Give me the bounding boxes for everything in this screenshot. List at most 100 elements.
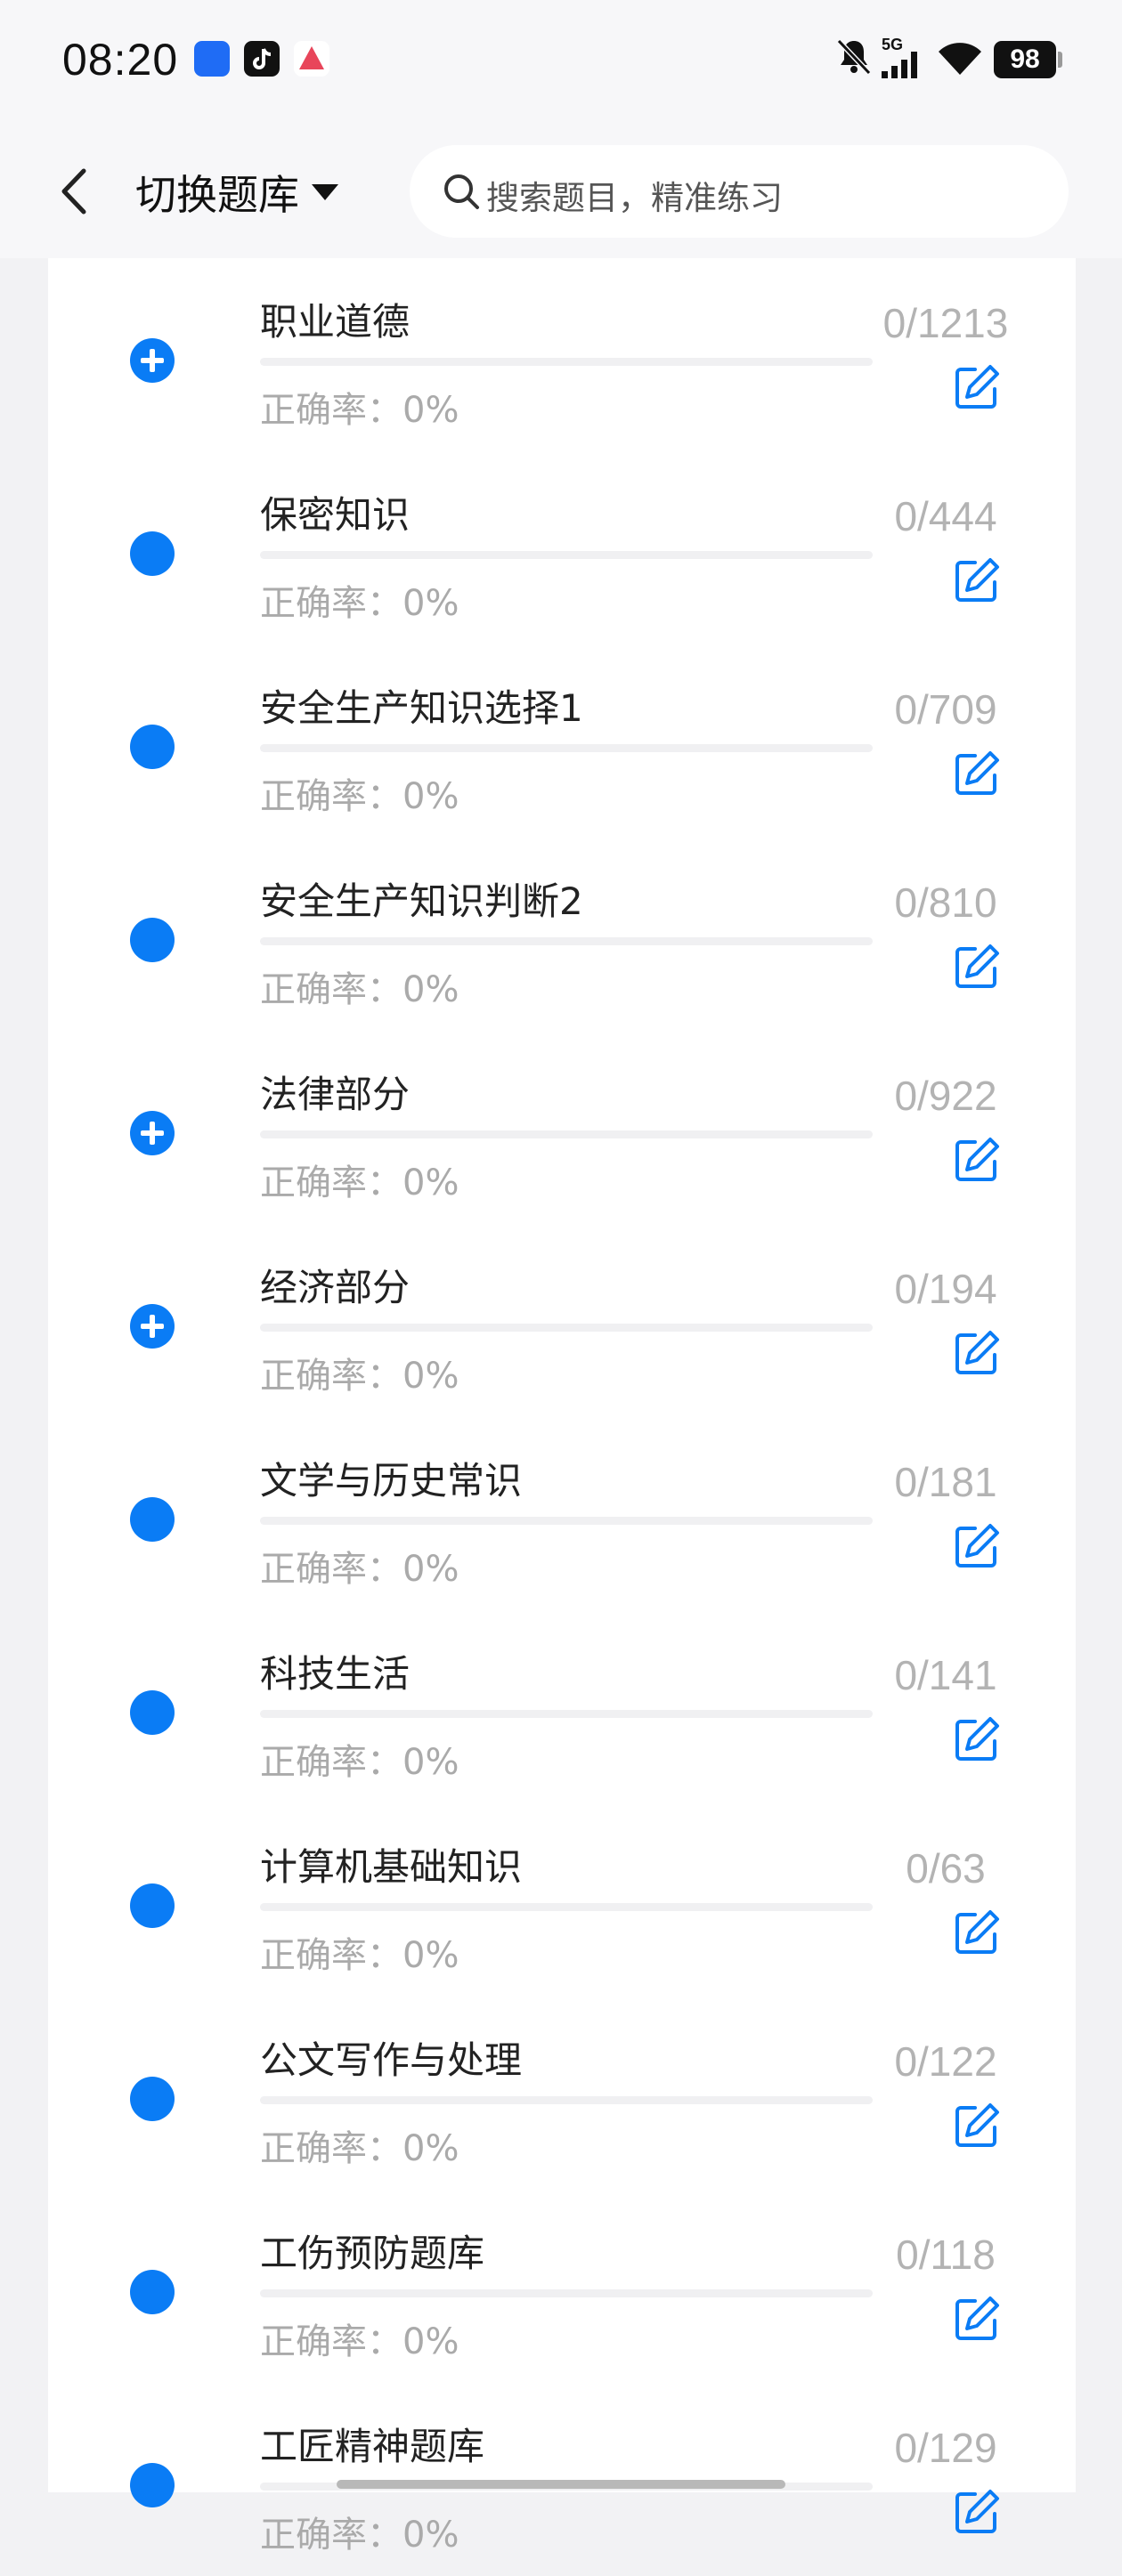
accuracy-label: 正确率：0% — [260, 2321, 459, 2362]
plus-circle-icon[interactable] — [130, 1111, 175, 1155]
category-title: 经济部分 — [260, 1266, 411, 1309]
category-row[interactable]: 科技生活正确率：0% 0/141 — [48, 1610, 1076, 1803]
cellular-signal-icon — [882, 52, 917, 78]
accuracy-label: 正确率：0% — [260, 1549, 459, 1590]
dot-icon[interactable] — [130, 1497, 175, 1542]
question-count: 0/63 — [906, 1845, 986, 1891]
home-indicator[interactable] — [337, 2480, 785, 2489]
accuracy-label: 正确率：0% — [260, 1742, 459, 1783]
dot-icon[interactable] — [130, 918, 175, 962]
edit-practice-icon[interactable] — [952, 2487, 1002, 2537]
category-title: 安全生产知识判断2 — [260, 879, 583, 923]
accuracy-label: 正确率：0% — [260, 1356, 459, 1397]
top-bar: 切换题库 搜索题目，精准练习 — [0, 125, 1122, 258]
shield-app-icon — [194, 41, 230, 77]
category-title: 计算机基础知识 — [260, 1845, 523, 1889]
progress-bar — [260, 2289, 873, 2297]
question-count: 0/922 — [894, 1073, 997, 1119]
question-count: 0/122 — [894, 2038, 997, 2085]
category-row[interactable]: 法律部分正确率：0% 0/922 — [48, 1031, 1076, 1224]
dot-icon[interactable] — [130, 2463, 175, 2507]
edit-practice-icon[interactable] — [952, 749, 1002, 798]
progress-bar — [260, 1517, 873, 1525]
category-title: 法律部分 — [260, 1073, 411, 1116]
edit-practice-icon[interactable] — [952, 555, 1002, 605]
tiktok-icon — [244, 41, 280, 77]
dot-icon[interactable] — [130, 2077, 175, 2121]
progress-bar — [260, 937, 873, 945]
accuracy-label: 正确率：0% — [260, 969, 459, 1010]
category-title: 安全生产知识选择1 — [260, 686, 583, 730]
accuracy-label: 正确率：0% — [260, 1935, 459, 1976]
progress-bar — [260, 1710, 873, 1718]
edit-practice-icon[interactable] — [952, 1328, 1002, 1378]
progress-bar — [260, 1130, 873, 1138]
accuracy-label: 正确率：0% — [260, 2515, 459, 2556]
edit-practice-icon[interactable] — [952, 1521, 1002, 1571]
category-row[interactable]: 安全生产知识判断2 正确率：0% 0/810 — [48, 838, 1076, 1031]
category-title: 文学与历史常识 — [260, 1459, 523, 1503]
accuracy-label: 正确率：0% — [260, 2128, 459, 2169]
edit-practice-icon[interactable] — [952, 942, 1002, 992]
wifi-icon — [939, 43, 981, 75]
switch-question-bank-button[interactable]: 切换题库 — [135, 164, 338, 221]
category-title: 职业道德 — [260, 300, 411, 344]
question-count: 0/118 — [896, 2232, 996, 2278]
accuracy-label: 正确率：0% — [260, 1162, 459, 1203]
category-title: 科技生活 — [260, 1652, 411, 1696]
dot-icon[interactable] — [130, 2270, 175, 2314]
dot-icon[interactable] — [130, 531, 175, 576]
dot-icon[interactable] — [130, 1883, 175, 1928]
category-row[interactable]: 工伤预防题库 正确率：0% 0/118 — [48, 2190, 1076, 2383]
question-count: 0/129 — [894, 2425, 997, 2471]
question-bank-list: 职业道德 正确率：0% 0/1213 保密知识 正确率：0% 0/444 安全生产知识选择1… — [48, 258, 1076, 2556]
edit-practice-icon[interactable] — [952, 1135, 1002, 1185]
category-title: 保密知识 — [260, 493, 411, 537]
caret-down-icon — [312, 184, 338, 200]
edit-practice-icon[interactable] — [952, 2101, 1002, 2151]
category-title: 工匠精神题库 — [260, 2425, 485, 2468]
progress-bar — [260, 551, 873, 559]
category-row[interactable]: 安全生产知识选择1 正确率：0% 0/709 — [48, 644, 1076, 838]
accuracy-label: 正确率：0% — [260, 390, 459, 431]
category-row[interactable]: 保密知识正确率：0% 0/444 — [48, 451, 1076, 644]
progress-bar — [260, 1324, 873, 1332]
accuracy-label: 正确率：0% — [260, 583, 459, 624]
question-count: 0/709 — [894, 686, 997, 733]
search-input[interactable]: 搜索题目，精准练习 — [410, 145, 1069, 238]
mute-notification-icon — [836, 38, 872, 76]
edit-practice-icon[interactable] — [952, 2294, 1002, 2344]
plus-circle-icon[interactable] — [130, 1304, 175, 1349]
category-row[interactable]: 经济部分正确率：0% 0/194 — [48, 1224, 1076, 1417]
edit-practice-icon[interactable] — [952, 1908, 1002, 1957]
category-row[interactable]: 文学与历史常识 正确率：0% 0/181 — [48, 1417, 1076, 1610]
edit-practice-icon[interactable] — [952, 1714, 1002, 1764]
progress-bar — [260, 744, 873, 752]
switch-question-bank-label: 切换题库 — [135, 171, 299, 219]
progress-bar — [260, 2096, 873, 2104]
question-count: 0/194 — [894, 1266, 997, 1312]
battery-tip — [1058, 52, 1062, 68]
question-count: 0/181 — [894, 1459, 997, 1505]
clock: 08:20 — [62, 35, 179, 85]
plus-circle-icon[interactable] — [130, 338, 175, 383]
question-count: 0/444 — [894, 493, 997, 539]
edit-practice-icon[interactable] — [952, 362, 1002, 412]
status-bar: 08:20 5G 98 — [0, 0, 1122, 125]
question-count: 0/141 — [894, 1652, 997, 1698]
question-count: 0/810 — [894, 879, 997, 926]
red-app-icon — [294, 41, 329, 77]
category-row[interactable]: 公文写作与处理 正确率：0% 0/122 — [48, 1997, 1076, 2190]
category-title: 工伤预防题库 — [260, 2232, 485, 2275]
question-count: 0/1213 — [882, 300, 1009, 346]
back-arrow-icon[interactable] — [50, 162, 103, 221]
category-row[interactable]: 职业道德正确率：0% 0/1213 — [48, 258, 1076, 451]
search-placeholder: 搜索题目，精准练习 — [486, 179, 783, 217]
category-title: 公文写作与处理 — [260, 2038, 523, 2082]
category-row[interactable]: 计算机基础知识 正确率：0% 0/63 — [48, 1803, 1076, 1997]
progress-bar — [260, 1903, 873, 1911]
dot-icon[interactable] — [130, 725, 175, 769]
dot-icon[interactable] — [130, 1690, 175, 1735]
progress-bar — [260, 358, 873, 366]
accuracy-label: 正确率：0% — [260, 776, 459, 817]
